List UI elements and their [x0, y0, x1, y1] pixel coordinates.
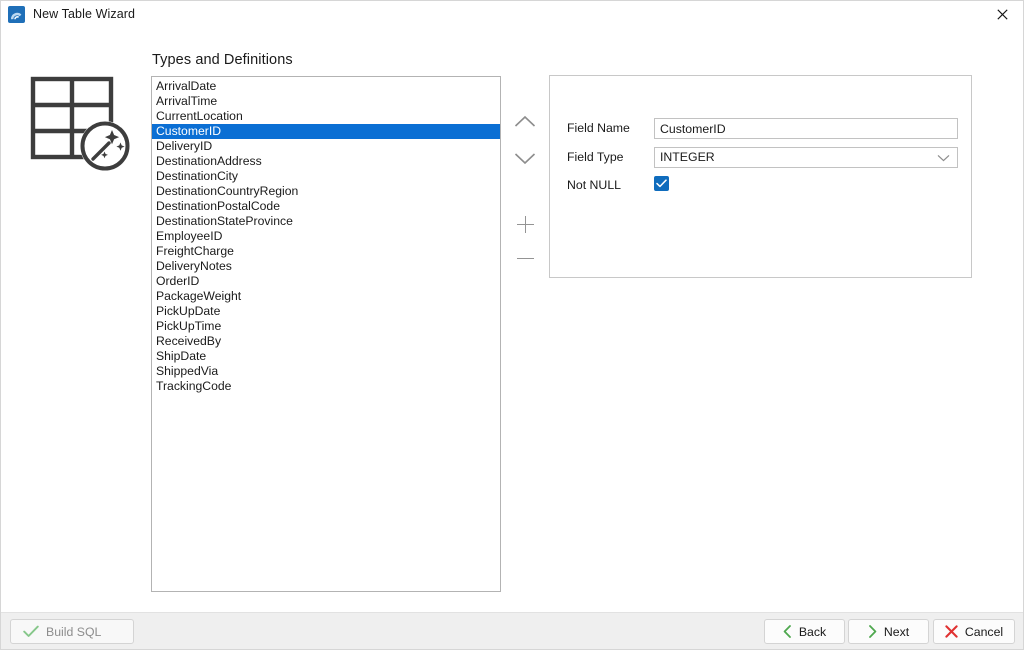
- next-label: Next: [883, 624, 910, 639]
- close-icon[interactable]: [980, 2, 1023, 28]
- list-item[interactable]: DestinationStateProvince: [152, 214, 500, 229]
- list-item[interactable]: CustomerID: [152, 124, 500, 139]
- not-null-label: Not NULL: [567, 178, 621, 192]
- back-button[interactable]: Back: [764, 619, 845, 644]
- check-icon: [656, 179, 667, 188]
- list-item[interactable]: DestinationPostalCode: [152, 199, 500, 214]
- wizard-body: Types and Definitions ArrivalDate Arrival…: [1, 28, 1023, 612]
- field-editor-panel: Field Name Field Type INTEGER Not NULL: [549, 75, 972, 278]
- chevron-left-icon: [783, 625, 792, 638]
- list-item[interactable]: TrackingCode: [152, 379, 500, 394]
- minus-icon: [516, 250, 534, 267]
- field-type-select[interactable]: INTEGER: [654, 147, 958, 168]
- list-item[interactable]: PickUpTime: [152, 319, 500, 334]
- list-item[interactable]: DestinationCity: [152, 169, 500, 184]
- add-field-button[interactable]: [508, 210, 542, 238]
- list-item[interactable]: DestinationAddress: [152, 154, 500, 169]
- field-type-label: Field Type: [567, 150, 624, 164]
- chevron-down-icon: [937, 148, 950, 167]
- field-name-row: Field Name: [550, 118, 971, 142]
- table-wizard-icon: [8, 6, 25, 23]
- field-name-input[interactable]: [654, 118, 958, 139]
- field-type-value: INTEGER: [660, 150, 715, 164]
- chevron-up-icon: [514, 115, 536, 128]
- list-item[interactable]: DeliveryNotes: [152, 259, 500, 274]
- list-item[interactable]: ReceivedBy: [152, 334, 500, 349]
- list-item[interactable]: DeliveryID: [152, 139, 500, 154]
- build-sql-button[interactable]: Build SQL: [10, 619, 134, 644]
- list-item[interactable]: FreightCharge: [152, 244, 500, 259]
- close-x-icon: [945, 625, 958, 638]
- window-title: New Table Wizard: [33, 7, 136, 22]
- check-icon: [23, 625, 39, 638]
- list-item[interactable]: DestinationCountryRegion: [152, 184, 500, 199]
- remove-field-button[interactable]: [508, 244, 542, 272]
- not-null-checkbox[interactable]: [654, 176, 669, 191]
- list-item[interactable]: ArrivalDate: [152, 79, 500, 94]
- title-bar: New Table Wizard: [1, 1, 1023, 29]
- move-up-button[interactable]: [508, 107, 542, 135]
- list-item[interactable]: OrderID: [152, 274, 500, 289]
- field-type-row: Field Type INTEGER: [550, 147, 971, 171]
- chevron-down-icon: [514, 152, 536, 165]
- list-item[interactable]: ShipDate: [152, 349, 500, 364]
- page-title: Types and Definitions: [152, 52, 293, 68]
- list-item[interactable]: ArrivalTime: [152, 94, 500, 109]
- list-item[interactable]: PickUpDate: [152, 304, 500, 319]
- field-name-label: Field Name: [567, 121, 630, 135]
- list-item[interactable]: PackageWeight: [152, 289, 500, 304]
- back-label: Back: [798, 624, 827, 639]
- not-null-row: Not NULL: [550, 175, 971, 199]
- plus-icon: [516, 215, 534, 233]
- list-item[interactable]: ShippedVia: [152, 364, 500, 379]
- field-list[interactable]: ArrivalDate ArrivalTime CurrentLocation Cus…: [151, 76, 501, 592]
- table-with-magic-wand-icon: [29, 75, 133, 175]
- list-item[interactable]: CurrentLocation: [152, 109, 500, 124]
- cancel-button[interactable]: Cancel: [933, 619, 1015, 644]
- cancel-label: Cancel: [964, 624, 1004, 639]
- new-table-wizard-window: New Table Wizard Types and Definitions A…: [0, 0, 1024, 650]
- build-sql-label: Build SQL: [46, 624, 102, 639]
- chevron-right-icon: [868, 625, 877, 638]
- list-item[interactable]: EmployeeID: [152, 229, 500, 244]
- move-down-button[interactable]: [508, 144, 542, 172]
- next-button[interactable]: Next: [848, 619, 929, 644]
